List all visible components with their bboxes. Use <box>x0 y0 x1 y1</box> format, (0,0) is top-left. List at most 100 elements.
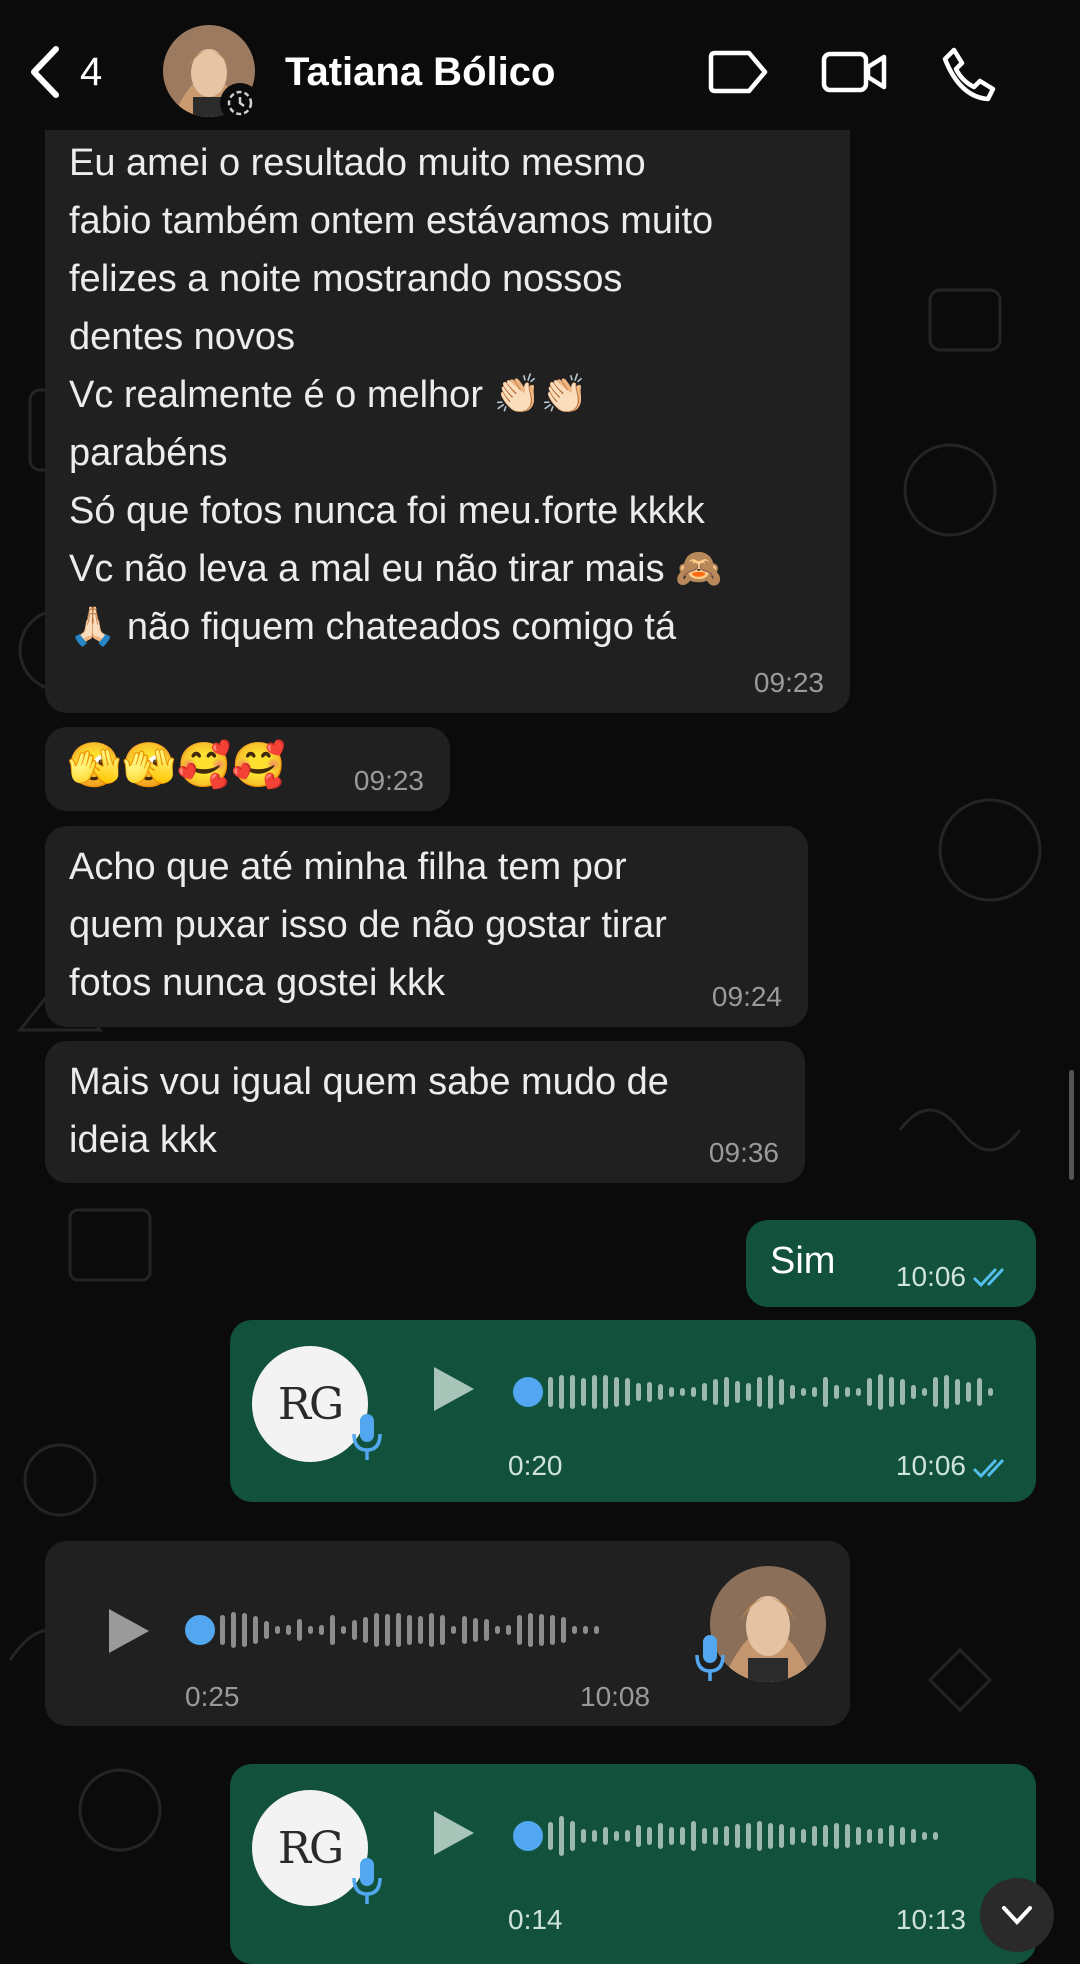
waveform-bar <box>823 1825 828 1847</box>
phone-call-icon[interactable] <box>940 45 998 103</box>
waveform-bar <box>955 1379 960 1405</box>
mic-icon <box>352 1414 382 1460</box>
outgoing-voice-note[interactable]: RG 0:20 10:06 <box>230 1320 1036 1502</box>
waveform-bar <box>572 1626 577 1634</box>
waveform-bar <box>506 1625 511 1635</box>
waveform-bar <box>911 1829 916 1843</box>
waveform-bar <box>231 1612 236 1648</box>
waveform-bar <box>473 1618 478 1642</box>
waveform-bar <box>768 1375 773 1409</box>
waveform-bar <box>636 1383 641 1401</box>
waveform-bar <box>779 1379 784 1405</box>
playhead[interactable] <box>513 1377 543 1407</box>
message-time: 09:23 <box>753 667 824 698</box>
waveform-bar <box>669 1827 674 1845</box>
waveform[interactable] <box>548 1367 993 1417</box>
waveform-bar <box>495 1626 500 1634</box>
chat-header: 4 Tatiana Bólico <box>0 0 1080 130</box>
waveform[interactable] <box>220 1605 599 1655</box>
waveform-bar <box>801 1829 806 1843</box>
mic-icon <box>352 1858 382 1904</box>
waveform-bar <box>592 1375 597 1409</box>
waveform-bar <box>757 1821 762 1851</box>
playhead[interactable] <box>185 1615 215 1645</box>
waveform-bar <box>592 1830 597 1842</box>
incoming-message[interactable]: 🫣🫣🥰🥰 09:23 <box>45 727 450 811</box>
play-icon[interactable] <box>430 1809 476 1857</box>
incoming-message[interactable]: Mais vou igual quem sabe mudo de ideia k… <box>45 1041 805 1183</box>
waveform-bar <box>308 1626 313 1634</box>
sender-avatar <box>710 1566 826 1682</box>
waveform-bar <box>856 1827 861 1845</box>
label-tag-icon[interactable] <box>707 45 771 99</box>
waveform-bar <box>812 1826 817 1846</box>
waveform-bar <box>253 1616 258 1644</box>
waveform-bar <box>451 1626 456 1634</box>
outgoing-voice-note[interactable]: RG 0:14 10:13 <box>230 1764 1036 1964</box>
waveform-bar <box>922 1832 927 1840</box>
waveform-bar <box>385 1614 390 1646</box>
waveform-bar <box>581 1829 586 1843</box>
play-icon[interactable] <box>105 1607 151 1655</box>
waveform-bar <box>713 1827 718 1845</box>
waveform-bar <box>790 1827 795 1845</box>
waveform-bar <box>286 1625 291 1635</box>
waveform-bar <box>374 1613 379 1647</box>
playhead[interactable] <box>513 1821 543 1851</box>
message-time: 10:06 <box>895 1450 966 1481</box>
play-icon[interactable] <box>430 1365 476 1413</box>
waveform-bar <box>669 1387 674 1397</box>
waveform[interactable] <box>548 1811 938 1861</box>
message-time: 09:36 <box>708 1137 779 1168</box>
waveform-bar <box>746 1383 751 1401</box>
waveform-bar <box>856 1388 861 1396</box>
waveform-bar <box>440 1615 445 1645</box>
waveform-bar <box>790 1385 795 1399</box>
waveform-bar <box>834 1385 839 1399</box>
waveform-bar <box>462 1616 467 1644</box>
waveform-bar <box>867 1378 872 1406</box>
waveform-bar <box>812 1387 817 1397</box>
waveform-bar <box>550 1615 555 1645</box>
incoming-voice-note[interactable]: 0:25 10:08 <box>45 1541 850 1726</box>
waveform-bar <box>779 1824 784 1848</box>
waveform-bar <box>889 1377 894 1407</box>
waveform-bar <box>352 1620 357 1640</box>
chevron-left-icon <box>31 46 59 98</box>
waveform-bar <box>647 1382 652 1402</box>
outgoing-message[interactable]: Sim 10:06 <box>746 1220 1036 1307</box>
waveform-bar <box>517 1615 522 1645</box>
status-icon <box>220 83 260 123</box>
waveform-bar <box>735 1824 740 1848</box>
waveform-bar <box>561 1617 566 1643</box>
waveform-bar <box>625 1830 630 1842</box>
video-call-icon[interactable] <box>820 45 890 99</box>
message-text: Acho que até minha filha tem por quem pu… <box>69 846 667 1004</box>
waveform-bar <box>363 1617 368 1643</box>
message-text: 🫣🫣🥰🥰 <box>67 741 287 790</box>
waveform-bar <box>548 1822 553 1850</box>
waveform-bar <box>724 1377 729 1407</box>
waveform-bar <box>735 1381 740 1403</box>
waveform-bar <box>429 1613 434 1647</box>
scrollbar[interactable] <box>1069 1070 1074 1180</box>
voice-duration: 0:25 <box>185 1681 240 1712</box>
waveform-bar <box>658 1823 663 1849</box>
waveform-bar <box>581 1378 586 1406</box>
scroll-down-button[interactable] <box>980 1878 1054 1952</box>
message-time: 10:06 <box>895 1261 966 1292</box>
contact-name[interactable]: Tatiana Bólico <box>285 50 555 95</box>
waveform-bar <box>878 1374 883 1410</box>
incoming-message[interactable]: Eu amei o resultado muito mesmo fabio ta… <box>45 100 850 713</box>
waveform-bar <box>484 1619 489 1641</box>
back-button[interactable]: 4 <box>28 42 138 102</box>
incoming-message[interactable]: Acho que até minha filha tem por quem pu… <box>45 826 808 1027</box>
waveform-bar <box>242 1613 247 1647</box>
waveform-bar <box>768 1823 773 1849</box>
waveform-bar <box>900 1827 905 1845</box>
waveform-bar <box>319 1625 324 1635</box>
message-text: Sim <box>770 1240 836 1282</box>
waveform-bar <box>702 1383 707 1401</box>
waveform-bar <box>966 1382 971 1402</box>
waveform-bar <box>823 1377 828 1407</box>
